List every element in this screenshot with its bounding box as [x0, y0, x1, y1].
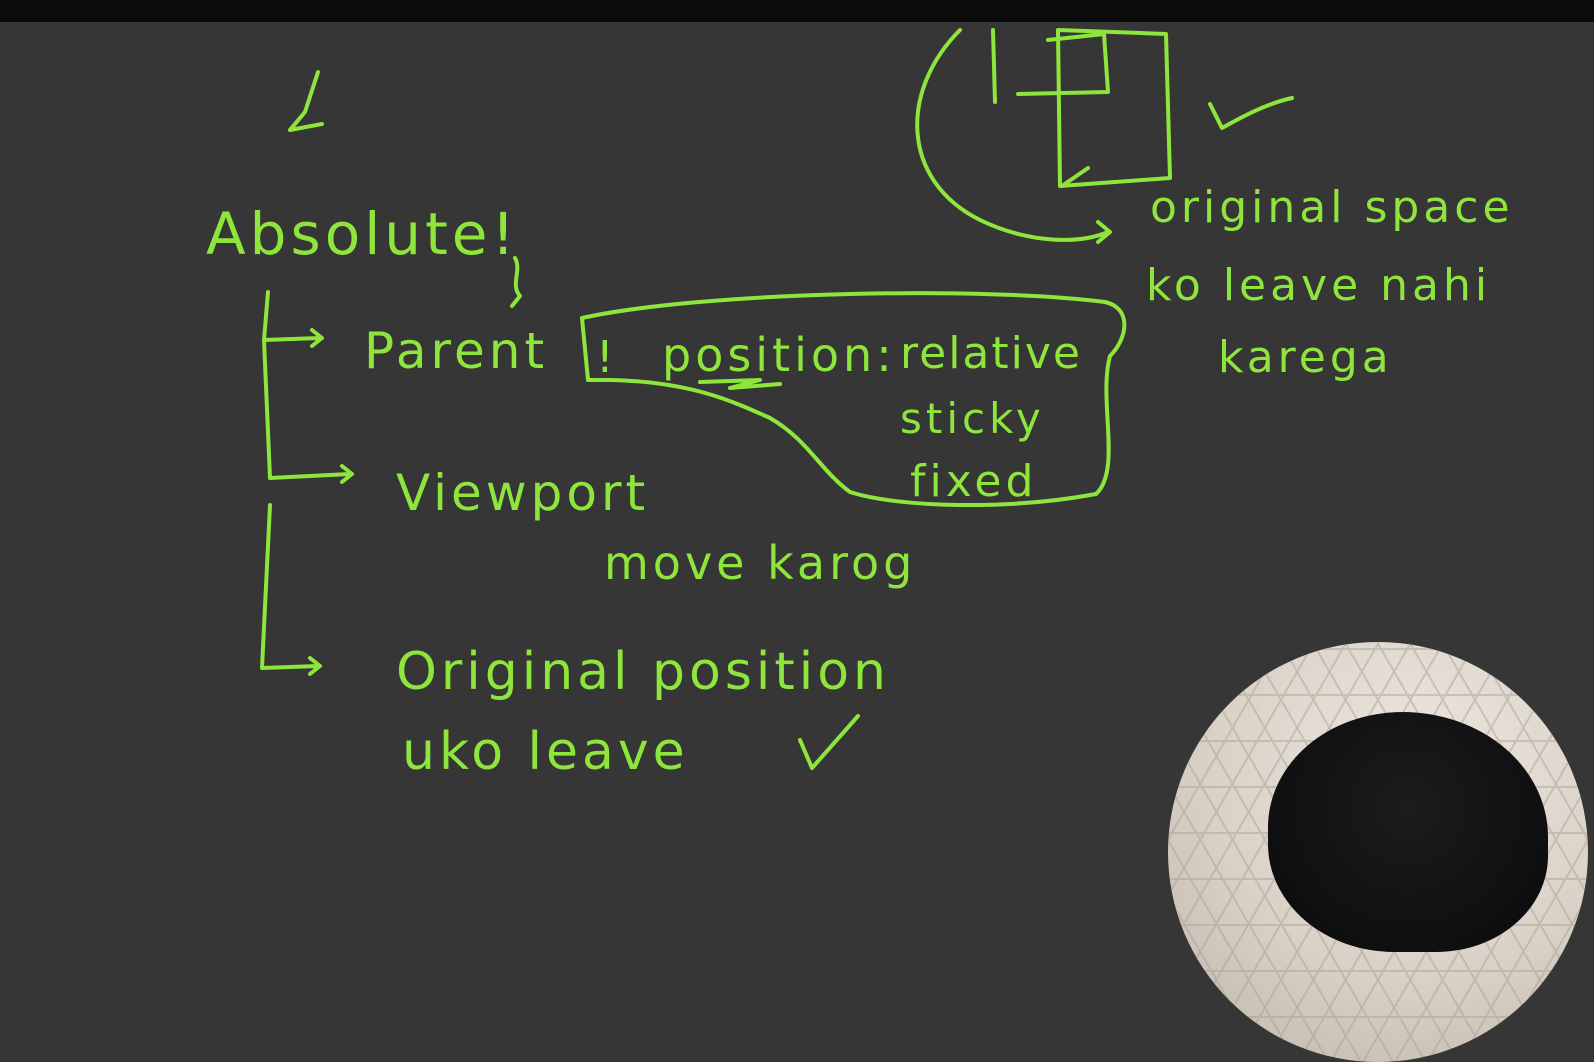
position-label: position:	[662, 328, 896, 382]
diagram-box-inner	[1016, 32, 1110, 96]
webcam-overlay	[1168, 642, 1588, 1062]
check-icon-diagram	[1208, 96, 1294, 130]
heading-absolute: Absolute!	[206, 200, 519, 268]
top-bar	[0, 0, 1594, 22]
side-note-line-2: ko leave nahi	[1146, 260, 1492, 311]
whiteboard-canvas: Absolute! Parent ! position: relative st…	[0, 22, 1594, 1062]
diagram-stroke-vertical	[991, 28, 997, 104]
tree-branch-parent	[262, 290, 324, 348]
position-value-sticky: sticky	[900, 394, 1045, 443]
tree-branch-viewport	[262, 338, 354, 484]
position-value-fixed: fixed	[910, 456, 1038, 507]
side-note-line-3: karega	[1218, 332, 1393, 383]
diagram-curve-arrow	[915, 28, 1112, 244]
check-icon-bottom	[798, 714, 860, 770]
branch-original-label: Original position	[396, 642, 890, 702]
branch-parent-label: Parent	[364, 322, 549, 380]
position-value-relative: relative	[900, 328, 1082, 379]
side-note-line-1: original space	[1150, 182, 1514, 233]
diagram-box-outer	[1056, 28, 1172, 188]
branch-viewport-label: Viewport	[396, 464, 650, 522]
tree-branch-original	[260, 503, 322, 676]
check-icon-top	[288, 70, 324, 132]
viewport-note: move karog	[604, 536, 917, 590]
branch-parent-suffix: !	[596, 332, 618, 383]
branch-original-sub: uko leave	[402, 722, 689, 782]
